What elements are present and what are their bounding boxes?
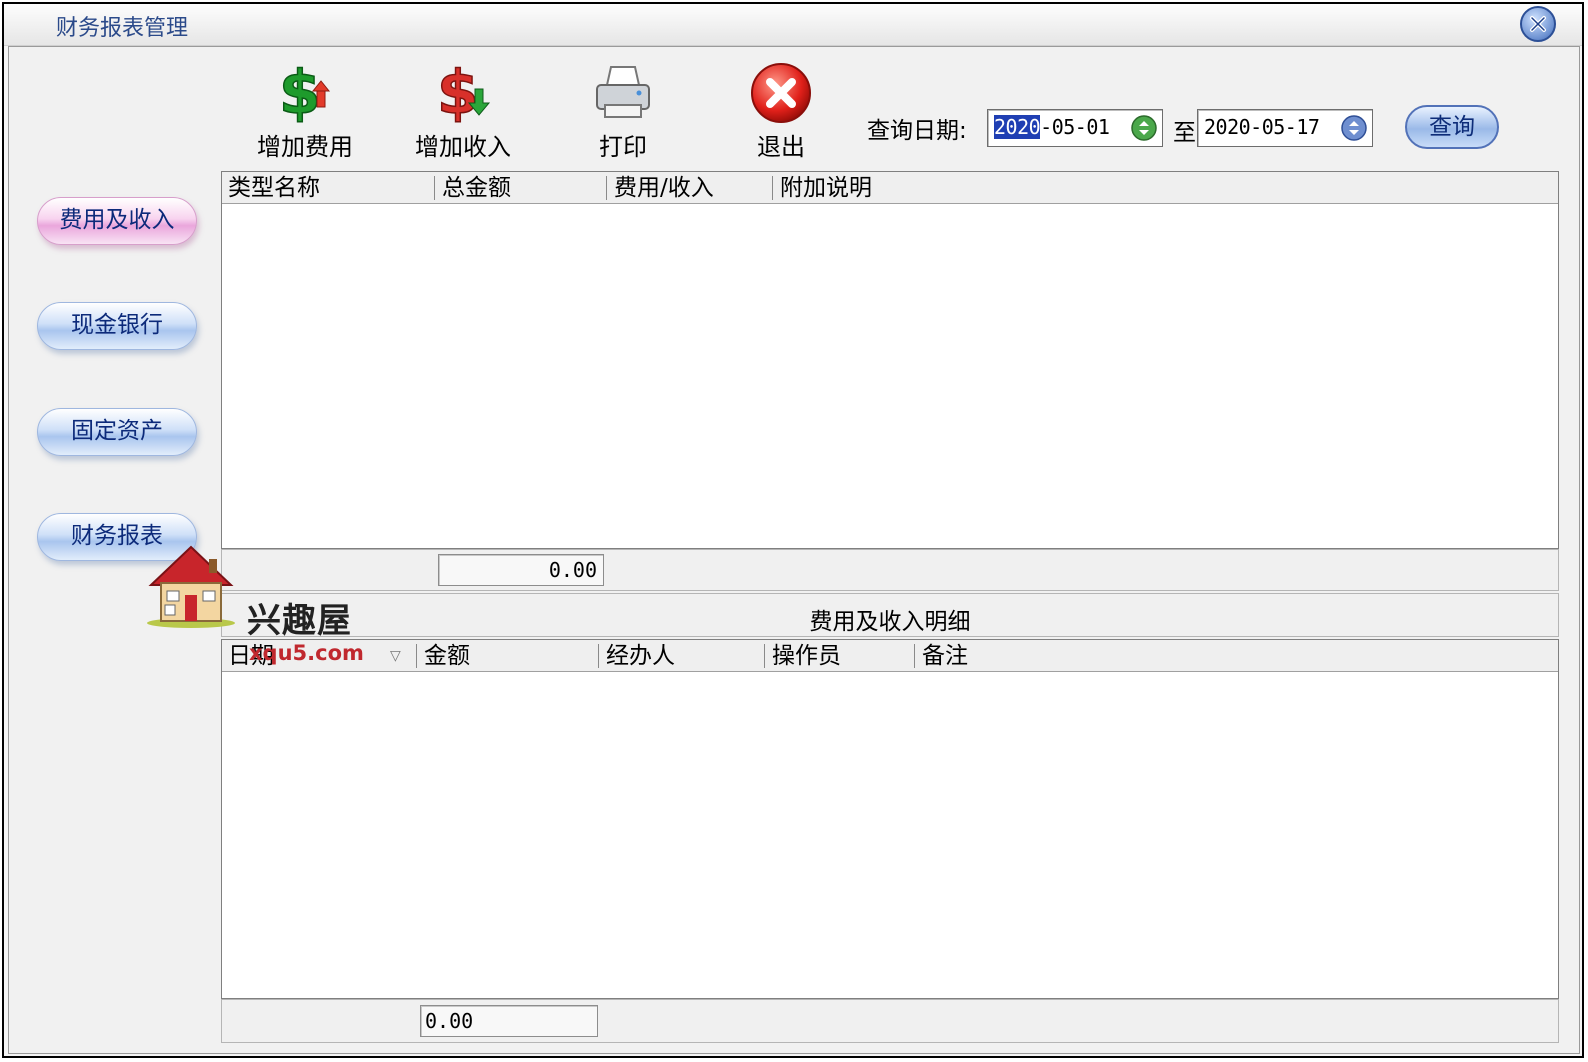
exit-x-icon (751, 63, 811, 123)
window-title: 财务报表管理 (56, 16, 189, 41)
close-icon (1530, 16, 1546, 32)
dollar-up-icon: $ (278, 61, 331, 125)
main-content: $ 增加费用 $ 增加收入 打印 退出 查询日期: 2020-05-01 至 2… (8, 46, 1580, 1054)
detail-title-band: 费用及收入明细 (221, 593, 1559, 637)
column-header-handler[interactable]: 经办人 (602, 640, 675, 672)
detail-grid-body[interactable] (222, 673, 1558, 998)
title-bar: 财务报表管理 (4, 4, 1582, 46)
print-label: 打印 (599, 133, 647, 161)
query-button[interactable]: 查询 (1405, 105, 1499, 149)
column-header-notes[interactable]: 附加说明 (776, 172, 872, 204)
add-expense-label: 增加费用 (257, 133, 353, 161)
detail-total-value: 0.00 (420, 1005, 598, 1037)
exit-button[interactable]: 退出 (711, 57, 851, 167)
summary-total-value: 0.00 (438, 554, 604, 586)
spin-up-down-icon[interactable] (1130, 114, 1158, 142)
column-separator[interactable] (914, 644, 915, 668)
spin-up-down-icon[interactable] (1340, 114, 1368, 142)
column-separator[interactable] (772, 176, 773, 200)
print-button[interactable]: 打印 (553, 57, 693, 167)
detail-grid[interactable]: 日期 ▽ 金额 经办人 操作员 备注 (221, 639, 1559, 999)
summary-grid-body[interactable] (222, 205, 1558, 548)
column-header-amount[interactable]: 金额 (420, 640, 470, 672)
dollar-down-icon: $ (436, 61, 491, 125)
column-header-total-amount[interactable]: 总金额 (438, 172, 511, 204)
app-window: 财务报表管理 $ 增加费用 $ 增加收入 打印 退出 查询日期: 2020-05… (2, 2, 1584, 1058)
column-header-remarks[interactable]: 备注 (918, 640, 968, 672)
from-date-value[interactable]: 2020-05-01 (994, 115, 1110, 139)
watermark-url: xqu5.com (249, 641, 364, 665)
summary-grid-header: 类型名称 总金额 费用/收入 附加说明 (222, 172, 1558, 204)
from-date-picker[interactable]: 2020-05-01 (987, 109, 1163, 147)
summary-total-band: 0.00 (221, 549, 1559, 591)
column-separator[interactable] (764, 644, 765, 668)
detail-title: 费用及收入明细 (809, 609, 971, 635)
sidebar-item-expense-income[interactable]: 费用及收入 (37, 197, 197, 245)
column-header-operator[interactable]: 操作员 (768, 640, 841, 672)
detail-grid-header: 日期 ▽ 金额 经办人 操作员 备注 (222, 640, 1558, 672)
add-expense-button[interactable]: $ 增加费用 (235, 57, 375, 167)
column-header-type-name[interactable]: 类型名称 (224, 172, 320, 204)
to-date-picker[interactable]: 2020-05-17 (1197, 109, 1373, 147)
query-date-label: 查询日期: (867, 118, 967, 144)
add-income-label: 增加收入 (415, 133, 511, 161)
sidebar-item-cash-bank[interactable]: 现金银行 (37, 302, 197, 350)
svg-text:$: $ (279, 61, 321, 125)
summary-grid[interactable]: 类型名称 总金额 费用/收入 附加说明 (221, 171, 1559, 549)
exit-label: 退出 (757, 133, 805, 161)
add-income-button[interactable]: $ 增加收入 (393, 57, 533, 167)
column-header-expense-income[interactable]: 费用/收入 (610, 172, 714, 204)
sort-indicator-icon[interactable]: ▽ (386, 640, 401, 672)
column-separator[interactable] (606, 176, 607, 200)
close-button[interactable] (1520, 6, 1556, 42)
detail-total-band: 0.00 (221, 999, 1559, 1043)
column-separator[interactable] (434, 176, 435, 200)
svg-text:$: $ (437, 61, 479, 125)
column-separator[interactable] (416, 644, 417, 668)
printer-icon (596, 66, 650, 118)
column-separator[interactable] (598, 644, 599, 668)
from-date-year-selected: 2020 (994, 115, 1041, 139)
watermark-text: 兴趣屋 (247, 601, 352, 641)
to-date-value[interactable]: 2020-05-17 (1204, 115, 1320, 139)
from-date-rest: -05-01 (1040, 115, 1110, 139)
to-label: 至 (1173, 120, 1196, 146)
sidebar-item-fixed-assets[interactable]: 固定资产 (37, 408, 197, 456)
house-logo-icon (147, 545, 235, 628)
